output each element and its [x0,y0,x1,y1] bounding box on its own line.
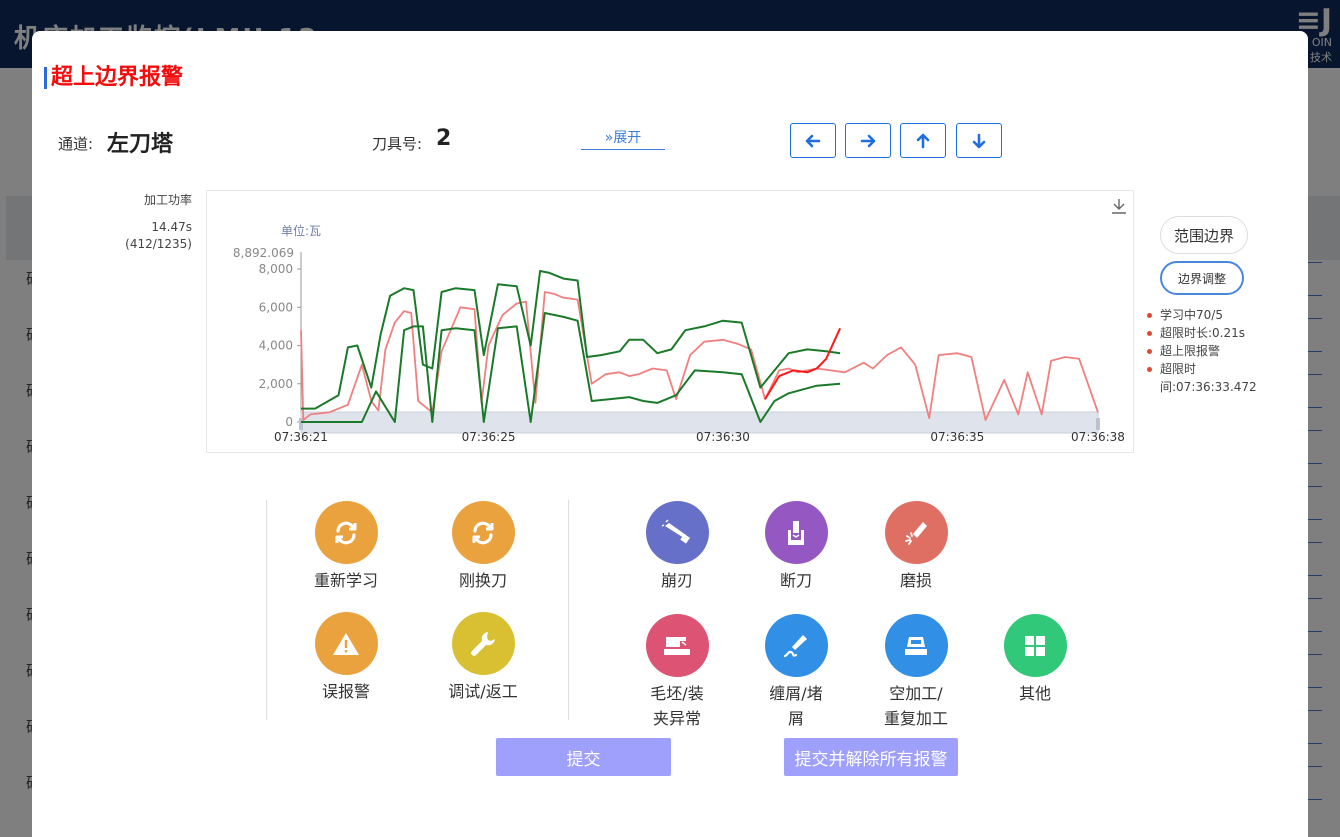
false-alarm-label: 误报警 [321,682,370,701]
arrow-down-icon [972,133,986,148]
empty-cut-button[interactable]: 空加工/重复加工 [851,614,981,731]
metric-position: (412/1235) [125,237,192,251]
empty-cut-icon [884,614,948,677]
broken-tool-button[interactable]: 断刀 [731,501,861,593]
wrench-icon [451,612,515,675]
new-tool-label: 刚换刀 [458,571,507,590]
x-tick-label: 07:36:35 [930,430,984,444]
channel-value: 左刀塔 [107,132,174,157]
empty-cut-label: 空加工/重复加工 [883,684,948,728]
nav-right-button[interactable] [845,123,891,158]
nav-down-button[interactable] [956,123,1002,158]
power-chart[interactable]: 单位:瓦 8,892.069 8,000 6,000 4,000 2,000 0 07:36:… [206,190,1134,453]
fixture-abnormal-button[interactable]: 毛坯/装 夹异常 [612,614,742,731]
wear-button[interactable]: 磨损 [851,501,981,593]
status-list: 学习中70/5 超限时长:0.21s 超上限报警 超限时间:07:36:33.4… [1144,306,1284,396]
broken-tool-icon [764,501,828,564]
x-tick-label: 07:36:38 [1071,430,1125,444]
y-tick-label: 4,000 [259,339,293,353]
range-boundary-button[interactable]: 范围边界 [1160,216,1248,254]
fixture-icon [645,614,709,677]
arrow-left-icon [805,134,821,147]
chipped-edge-button[interactable]: 崩刃 [612,501,742,593]
chipped-edge-icon [645,501,709,564]
divider-left [266,500,267,720]
tool-label: 刀具号: [372,135,423,153]
nav-left-button[interactable] [790,123,836,158]
status-item: 超限时间:07:36:33.472 [1144,360,1284,396]
chip-tangle-button[interactable]: 缠屑/堵屑 [731,614,861,731]
chip-tangle-icon [764,614,828,677]
relearn-label: 重新学习 [313,571,378,590]
submit-clear-alarms-button[interactable]: 提交并解除所有报警 [784,738,958,776]
y-unit-label: 单位:瓦 [281,223,321,238]
x-tick-label: 07:36:30 [696,430,750,444]
zoom-handle-right [1096,418,1100,430]
other-label: 其他 [1018,684,1051,703]
power-chart-svg: 单位:瓦8,892.0698,0006,0004,0002,000007:36:… [233,199,1126,444]
metric-time: 14.47s [151,220,192,234]
divider-middle [568,500,569,720]
wear-icon [884,501,948,564]
chip-tangle-label: 缠屑/堵屑 [769,684,823,728]
debug-rework-button[interactable]: 调试/返工 [418,612,548,704]
relearn-button[interactable]: 重新学习 [281,501,411,593]
submit-button[interactable]: 提交 [496,738,671,776]
broken-tool-label: 断刀 [779,571,812,590]
nav-up-button[interactable] [900,123,946,158]
refresh-icon [314,501,378,564]
channel-label: 通道: [58,135,94,153]
tool-value: 2 [436,126,452,151]
warning-icon [314,612,378,675]
other-button[interactable]: 其他 [970,614,1100,706]
y-tick-label: 2,000 [259,377,293,391]
status-item: 学习中70/5 [1144,306,1284,324]
boundary-adjust-button[interactable]: 边界调整 [1160,261,1244,295]
false-alarm-button[interactable]: 误报警 [281,612,411,704]
expand-toggle[interactable]: »展开 [581,127,665,150]
alarm-dialog: 超上边界报警 通道: 左刀塔 刀具号: 2 »展开 加工功率 14.47s (4… [32,31,1308,837]
y-tick-label: 8,000 [259,262,293,276]
y-tick-label: 0 [285,415,293,429]
refresh-icon [451,501,515,564]
series-line-0 [300,291,1099,422]
metric-name: 加工功率 [143,193,192,207]
wear-label: 磨损 [899,571,932,590]
dialog-title: 超上边界报警 [44,67,183,89]
chipped-edge-label: 崩刃 [660,571,693,590]
download-icon[interactable] [1112,199,1126,214]
arrow-right-icon [860,134,876,147]
x-tick-label: 07:36:21 [274,430,328,444]
status-item: 超上限报警 [1144,342,1284,360]
grid-icon [1003,614,1067,677]
fixture-abnormal-label: 毛坯/装 夹异常 [650,684,704,728]
y-max-label: 8,892.069 [233,246,294,260]
new-tool-button[interactable]: 刚换刀 [418,501,548,593]
debug-rework-label: 调试/返工 [448,682,518,701]
arrow-up-icon [916,133,930,148]
status-item: 超限时长:0.21s [1144,324,1284,342]
y-tick-label: 6,000 [259,300,293,314]
x-tick-label: 07:36:25 [462,430,516,444]
